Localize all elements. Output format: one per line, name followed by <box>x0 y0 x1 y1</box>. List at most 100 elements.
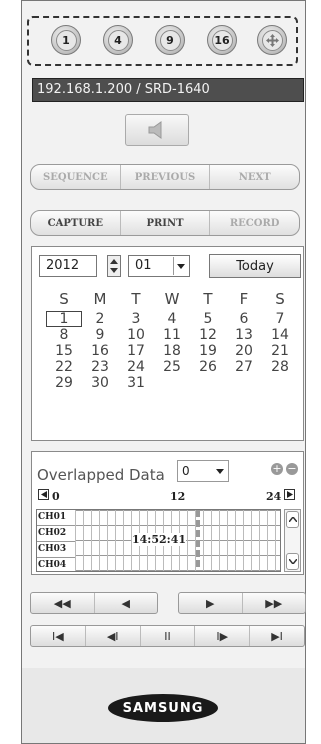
calendar-day[interactable]: 4 <box>154 311 190 327</box>
calendar-grid: S M T W T F S 1 2 3 4 5 6 7 8 9 10 11 12 13 14 15 16 17 18 19 20 21… <box>46 291 298 391</box>
calendar-day[interactable]: 30 <box>82 375 118 391</box>
calendar-day[interactable]: 20 <box>226 343 262 359</box>
split-16-label: 16 <box>211 29 233 51</box>
overlap-select[interactable]: 0 <box>177 460 229 482</box>
split-9-label: 9 <box>159 29 181 51</box>
step-back-button[interactable]: ◀I <box>86 626 141 646</box>
time-cursor[interactable] <box>196 510 200 571</box>
channel-labels: CH01 CH02 CH03 CH04 <box>37 510 75 571</box>
fast-rewind-button[interactable]: ◀◀ <box>31 593 95 613</box>
calendar-day[interactable]: 5 <box>190 311 226 327</box>
chevron-down-icon <box>216 469 224 474</box>
calendar-day[interactable]: 27 <box>226 359 262 375</box>
calendar-empty <box>190 375 226 391</box>
sequence-button[interactable]: SEQUENCE <box>31 165 121 189</box>
calendar-day[interactable]: 13 <box>226 327 262 343</box>
split-4-button[interactable]: 4 <box>103 25 133 55</box>
weekday-header: F <box>239 290 249 308</box>
device-info: 192.168.1.200 / SRD-1640 <box>32 78 304 102</box>
split-16-button[interactable]: 16 <box>207 25 237 55</box>
split-custom-button[interactable] <box>257 25 287 55</box>
split-9-button[interactable]: 9 <box>155 25 185 55</box>
year-field[interactable]: 2012 <box>39 255 97 277</box>
calendar-day[interactable]: 7 <box>262 311 298 327</box>
pause-button[interactable]: II <box>141 626 196 646</box>
calendar-day[interactable]: 26 <box>190 359 226 375</box>
viewer-panel: 1 4 9 16 192.168.1.200 / SRD-1640 SEQUEN… <box>21 0 306 744</box>
chevron-down-icon[interactable] <box>286 553 299 570</box>
calendar-day[interactable]: 10 <box>118 327 154 343</box>
calendar-day[interactable]: 29 <box>46 375 82 391</box>
calendar-day[interactable]: 8 <box>46 327 82 343</box>
calendar-day[interactable]: 25 <box>154 359 190 375</box>
calendar-day[interactable]: 28 <box>262 359 298 375</box>
zoom-in-icon[interactable]: + <box>271 463 283 475</box>
calendar-empty <box>262 375 298 391</box>
year-spinner[interactable] <box>107 255 121 277</box>
play-button[interactable]: ▶ <box>179 593 243 613</box>
calendar-day[interactable]: 23 <box>82 359 118 375</box>
calendar-day[interactable]: 2 <box>82 311 118 327</box>
overlap-select-value: 0 <box>182 464 190 478</box>
frame-controls: I◀ ◀I II I▶ ▶I <box>30 625 305 647</box>
calendar-empty <box>226 375 262 391</box>
weekday-header: W <box>164 290 180 308</box>
calendar-day[interactable]: 18 <box>154 343 190 359</box>
sequence-controls: SEQUENCE PREVIOUS NEXT <box>30 164 300 190</box>
calendar-day[interactable]: 31 <box>118 375 154 391</box>
record-button[interactable]: RECORD <box>210 211 299 235</box>
calendar-day[interactable]: 24 <box>118 359 154 375</box>
calendar-day[interactable]: 16 <box>82 343 118 359</box>
calendar-day[interactable]: 12 <box>190 327 226 343</box>
time-label-24: 24 <box>266 490 282 503</box>
weekday-header: S <box>59 290 69 308</box>
timeline-left-arrow-icon[interactable] <box>38 489 49 500</box>
go-to-end-button[interactable]: ▶I <box>250 626 304 646</box>
month-select[interactable]: 01 <box>128 255 190 277</box>
calendar-day[interactable]: 9 <box>82 327 118 343</box>
reverse-play-button[interactable]: ◀ <box>95 593 158 613</box>
calendar-day[interactable]: 19 <box>190 343 226 359</box>
previous-button[interactable]: PREVIOUS <box>121 165 211 189</box>
time-label-12: 12 <box>170 490 186 503</box>
fast-forward-button[interactable]: ▶▶ <box>243 593 306 613</box>
rewind-controls: ◀◀ ◀ <box>30 592 158 614</box>
split-1-label: 1 <box>55 29 77 51</box>
overlapped-data-panel: Overlapped Data 0 + − 0 12 24 CH01 CH02 … <box>31 451 304 575</box>
calendar-day[interactable]: 6 <box>226 311 262 327</box>
spin-up-icon <box>110 259 118 264</box>
calendar-empty <box>154 375 190 391</box>
calendar-day[interactable]: 17 <box>118 343 154 359</box>
print-button[interactable]: PRINT <box>121 211 211 235</box>
capture-button[interactable]: CAPTURE <box>31 211 121 235</box>
split-1-button[interactable]: 1 <box>51 25 81 55</box>
next-button[interactable]: NEXT <box>210 165 299 189</box>
calendar-day[interactable]: 11 <box>154 327 190 343</box>
channel-label: CH01 <box>37 510 75 526</box>
step-forward-button[interactable]: I▶ <box>195 626 251 646</box>
today-button[interactable]: Today <box>209 254 301 278</box>
overlapped-title: Overlapped Data <box>37 466 165 484</box>
weekday-header: M <box>93 290 107 308</box>
calendar-day[interactable]: 21 <box>262 343 298 359</box>
timeline-right-arrow-icon[interactable] <box>284 489 295 500</box>
go-to-start-button[interactable]: I◀ <box>31 626 86 646</box>
calendar-day[interactable]: 22 <box>46 359 82 375</box>
calendar-day[interactable]: 1 <box>46 311 82 327</box>
zoom-out-icon[interactable]: − <box>286 463 298 475</box>
move-arrows-icon <box>261 29 283 51</box>
calendar-day[interactable]: 14 <box>262 327 298 343</box>
chevron-up-icon[interactable] <box>286 511 299 528</box>
channel-label: CH04 <box>38 560 67 570</box>
forward-controls: ▶ ▶▶ <box>178 592 306 614</box>
capture-controls: CAPTURE PRINT RECORD <box>30 210 300 236</box>
timeline[interactable]: CH01 CH02 CH03 CH04 14:52:41 <box>36 509 281 572</box>
spin-down-icon <box>110 268 118 273</box>
calendar-day[interactable]: 15 <box>46 343 82 359</box>
calendar-day[interactable]: 3 <box>118 311 154 327</box>
month-value: 01 <box>135 258 152 273</box>
split-4-label: 4 <box>107 29 129 51</box>
timeline-scrollbar[interactable] <box>284 509 301 572</box>
time-label-0: 0 <box>52 490 60 503</box>
audio-button[interactable] <box>125 114 189 146</box>
